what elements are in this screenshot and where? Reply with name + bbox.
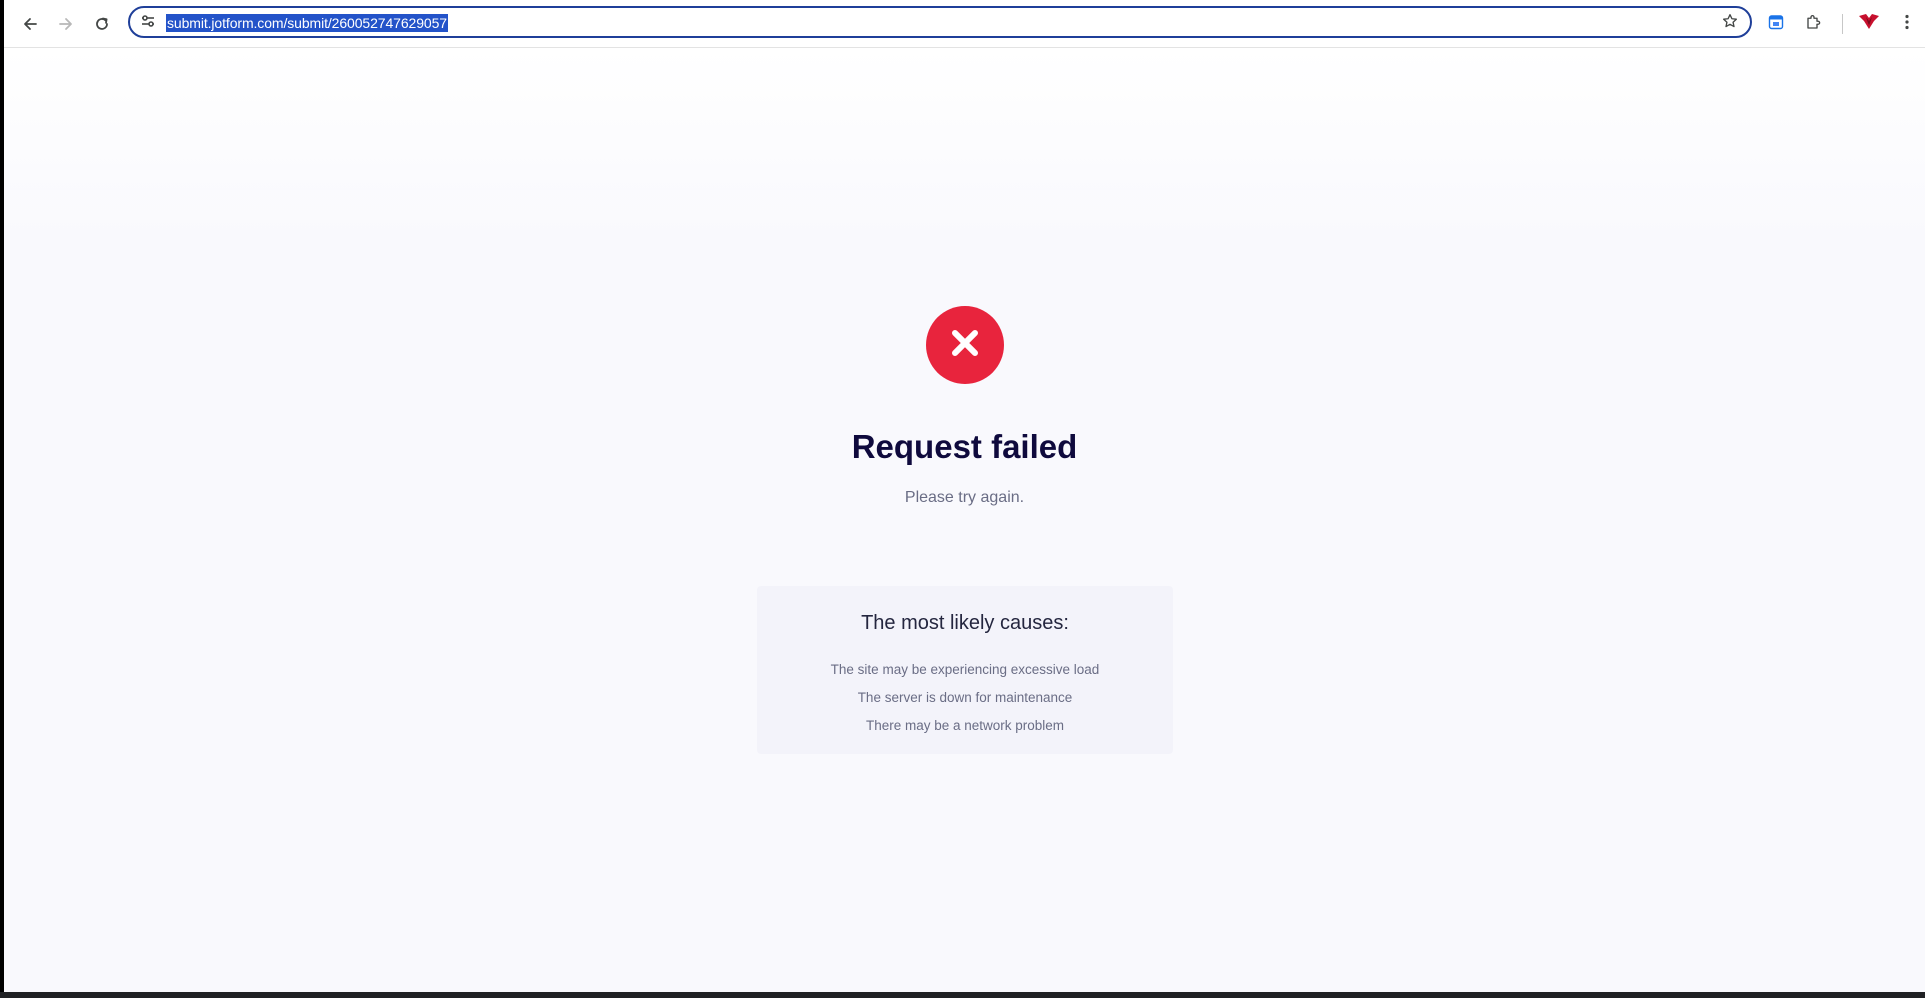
forward-button[interactable]	[50, 8, 82, 40]
reload-icon	[94, 16, 110, 32]
arrow-right-icon	[58, 16, 74, 32]
list-item: There may be a network problem	[865, 718, 1065, 733]
browser-toolbar: submit.jotform.com/submit/26005274762905…	[4, 0, 1925, 48]
browser-window: submit.jotform.com/submit/26005274762905…	[0, 0, 1925, 992]
url-text[interactable]: submit.jotform.com/submit/26005274762905…	[166, 14, 448, 32]
causes-card: The most likely causes: The site may be …	[757, 586, 1173, 754]
list-item: The server is down for maintenance	[857, 690, 1073, 705]
red-bird-icon	[1858, 12, 1880, 37]
close-icon	[948, 326, 982, 365]
error-status-badge	[926, 306, 1004, 384]
causes-title: The most likely causes:	[861, 612, 1069, 634]
page-title: Request failed	[851, 428, 1078, 465]
profile-extension-button[interactable]	[1857, 12, 1881, 36]
kebab-menu-icon	[1904, 14, 1910, 35]
back-button[interactable]	[14, 8, 46, 40]
window-bottom-edge	[0, 992, 1925, 998]
star-icon	[1722, 13, 1738, 34]
page-subtitle: Please try again.	[904, 489, 1025, 506]
calendar-icon	[1768, 14, 1784, 35]
window-left-edge	[0, 0, 4, 998]
browser-menu-button[interactable]	[1895, 12, 1919, 36]
site-info-button[interactable]	[138, 13, 158, 33]
bookmark-button[interactable]	[1720, 13, 1740, 33]
page-content: Request failed Please try again. The mos…	[4, 48, 1925, 992]
reload-button[interactable]	[86, 8, 118, 40]
toolbar-divider	[1842, 14, 1843, 34]
extensions-button[interactable]	[1802, 12, 1826, 36]
address-bar[interactable]: submit.jotform.com/submit/26005274762905…	[128, 6, 1752, 38]
calendar-extension-button[interactable]	[1764, 12, 1788, 36]
puzzle-icon	[1805, 13, 1823, 36]
list-item: The site may be experiencing excessive l…	[830, 662, 1100, 677]
arrow-left-icon	[22, 16, 38, 32]
causes-list: The site may be experiencing excessive l…	[757, 656, 1173, 740]
tune-icon	[140, 13, 156, 34]
